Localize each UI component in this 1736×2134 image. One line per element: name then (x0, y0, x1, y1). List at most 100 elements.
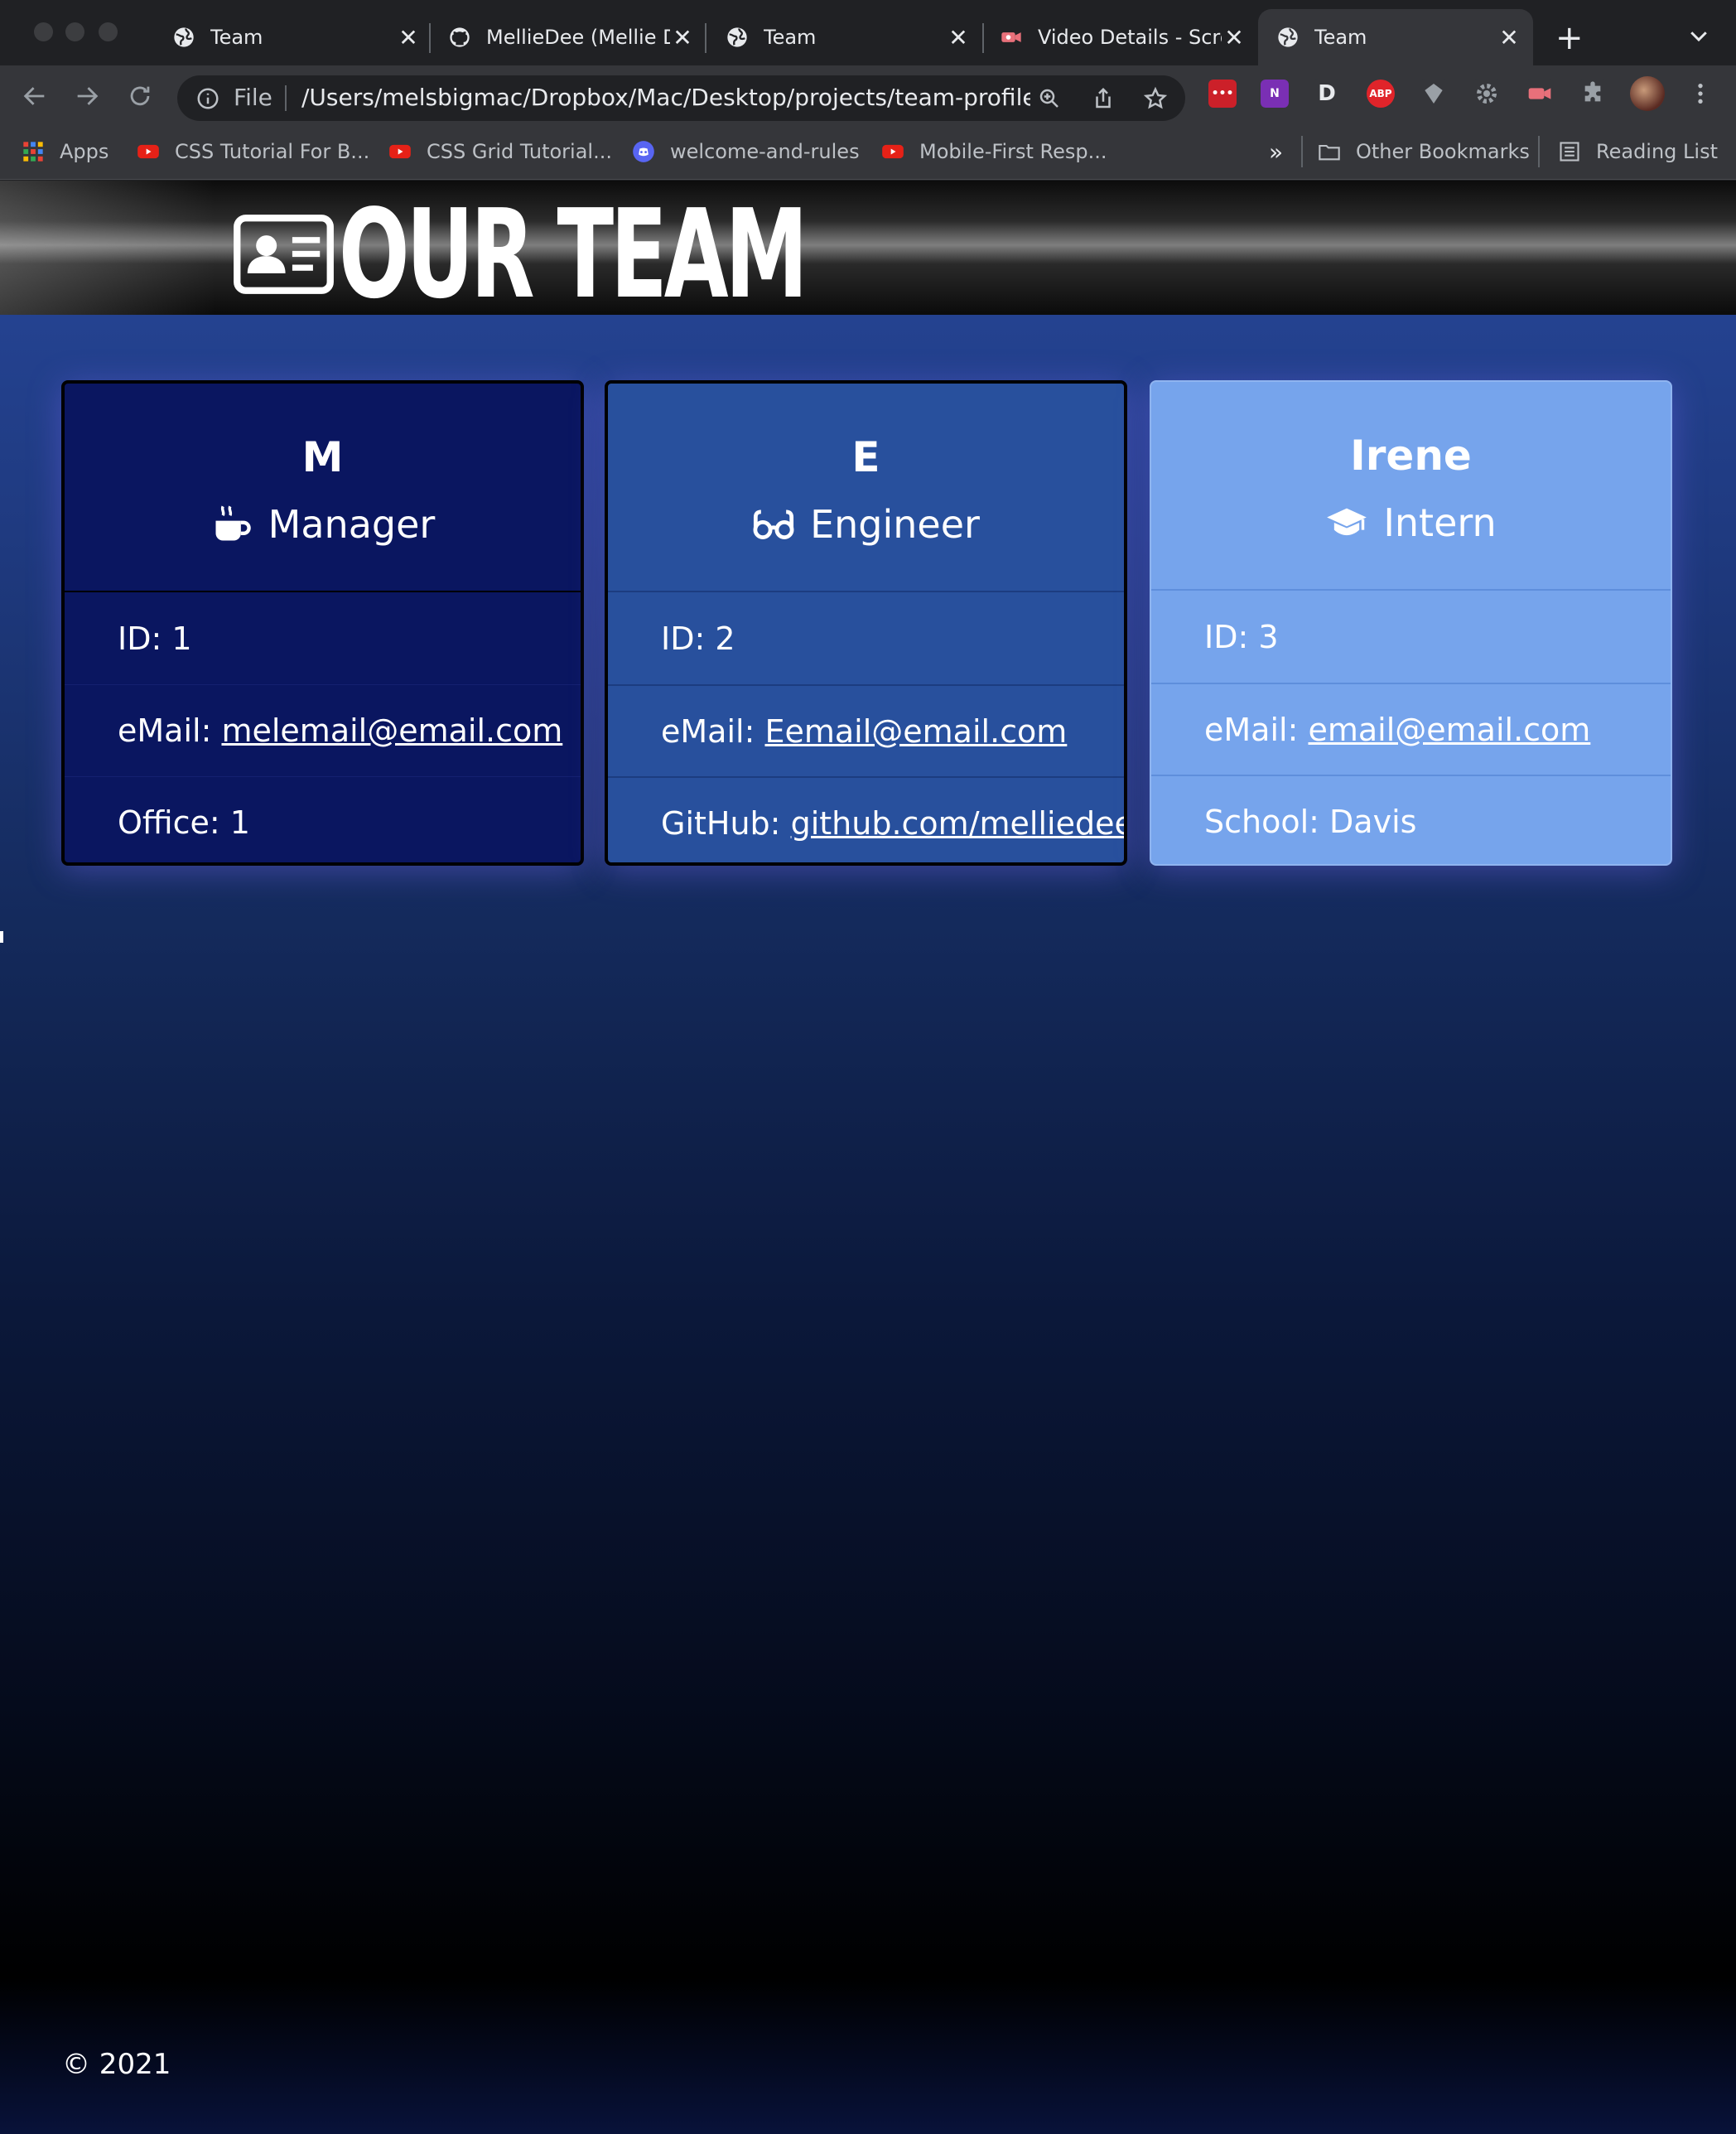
share-icon[interactable] (1091, 86, 1116, 111)
tab-title: MellieDee (Mellie Dee) (486, 26, 670, 49)
employee-email: eMail: Eemail@email.com (608, 684, 1124, 776)
bookmark-label: Mobile-First Resp... (919, 140, 1107, 163)
card-header: Irene Intern (1151, 382, 1671, 589)
zoom-icon[interactable] (1037, 86, 1062, 111)
tab-team-2[interactable]: Team ✕ (726, 9, 971, 65)
youtube-icon (389, 144, 411, 159)
gem-icon[interactable] (1420, 80, 1448, 108)
tab-team-active[interactable]: Team ✕ (1258, 9, 1533, 65)
close-tab-icon[interactable]: ✕ (1222, 24, 1247, 51)
employee-name: E (851, 433, 880, 481)
zoom-window-button[interactable] (99, 22, 118, 41)
profile-avatar[interactable] (1630, 76, 1665, 111)
screencastify-ext-icon[interactable] (1526, 80, 1554, 108)
back-button[interactable] (20, 81, 50, 111)
arrow-right-icon (77, 87, 99, 105)
employee-role: Intern (1151, 500, 1671, 545)
coffee-mug-icon (215, 505, 251, 541)
globe-icon (727, 27, 747, 47)
bookmark-label: CSS Tutorial For B... (175, 140, 370, 163)
employee-details: ID: 1 eMail: melemail@email.com Office: … (65, 591, 581, 862)
bookmark-label: Apps (60, 140, 109, 163)
other-bookmarks[interactable]: Other Bookmarks (1318, 136, 1530, 167)
reading-list-icon (1560, 142, 1579, 162)
github-label: GitHub: (661, 804, 781, 842)
bookmark-label: Reading List (1596, 140, 1718, 163)
employee-role: Manager (65, 502, 581, 547)
bookmarks-bar: Apps CSS Tutorial For B... CSS Grid Tuto… (0, 126, 1736, 180)
employee-id: ID: 2 (608, 592, 1124, 684)
screencastify-icon (1528, 88, 1551, 99)
tab-github[interactable]: MellieDee (Mellie Dee) ✕ (448, 9, 695, 65)
close-tab-icon[interactable]: ✕ (1497, 24, 1521, 51)
browser-menu-button[interactable] (1686, 80, 1714, 108)
forward-button[interactable] (72, 81, 102, 111)
employee-id-text: ID: 3 (1204, 618, 1279, 655)
github-link[interactable]: github.com/melliedee (791, 805, 1124, 842)
employee-email: eMail: melemail@email.com (65, 684, 581, 776)
adblock-plus-icon[interactable]: ABP (1367, 80, 1395, 108)
employee-email: eMail: email@email.com (1151, 683, 1671, 775)
role-label: Manager (268, 502, 436, 547)
glasses-icon (753, 509, 794, 539)
tab-team-1[interactable]: Team ✕ (172, 9, 421, 65)
tab-title: Video Details - Screencastify (1038, 26, 1222, 49)
chevron-down-icon (1690, 31, 1707, 42)
employee-details: ID: 3 eMail: email@email.com School: Dav… (1151, 589, 1671, 864)
globe-icon (174, 27, 194, 47)
settings-ext-icon[interactable] (1473, 80, 1501, 108)
bookmark-css-tutorial[interactable]: CSS Tutorial For B... (137, 136, 369, 167)
tab-divider (982, 23, 984, 53)
bookmark-welcome[interactable]: welcome-and-rules (632, 136, 860, 167)
tab-title: Team (210, 26, 263, 49)
screencastify-icon (1001, 32, 1021, 42)
employee-card-intern: Irene Intern ID: 3 eMail: email@email.co… (1150, 380, 1672, 866)
email-label: eMail: (661, 712, 755, 750)
email-label: eMail: (1204, 711, 1299, 748)
bookmark-css-grid[interactable]: CSS Grid Tutorial... (388, 136, 612, 167)
bookmark-apps[interactable]: Apps (22, 136, 108, 167)
reload-button[interactable] (125, 81, 155, 111)
bookmark-mobile-first[interactable]: Mobile-First Resp... (881, 136, 1107, 167)
employee-role: Engineer (608, 502, 1124, 547)
role-label: Intern (1383, 500, 1497, 545)
bookmark-label: welcome-and-rules (670, 140, 860, 163)
address-url[interactable]: /Users/melsbigmac/Dropbox/Mac/Desktop/pr… (301, 84, 1030, 111)
employee-details: ID: 2 eMail: Eemail@email.com GitHub: gi… (608, 591, 1124, 862)
kebab-menu-icon (1698, 84, 1703, 104)
tab-divider (429, 23, 431, 53)
tab-title: Team (764, 26, 817, 49)
office-text: Office: 1 (118, 804, 250, 841)
bookmarks-overflow-button[interactable]: » (1269, 136, 1283, 167)
address-divider (285, 85, 287, 111)
gear-icon (1477, 84, 1497, 104)
extensions-button[interactable] (1579, 80, 1607, 108)
close-window-button[interactable] (34, 22, 53, 41)
lastpass-icon[interactable]: ••• (1208, 80, 1237, 108)
close-tab-icon[interactable]: ✕ (946, 24, 971, 51)
email-link[interactable]: Eemail@email.com (764, 713, 1067, 750)
tab-bar: Team ✕ MellieDee (Mellie Dee) ✕ Team ✕ V… (0, 0, 1736, 65)
employee-github: GitHub: github.com/melliedee (608, 776, 1124, 862)
employee-name: M (301, 433, 344, 481)
onenote-icon[interactable]: N (1261, 80, 1289, 108)
folder-icon (1319, 144, 1340, 161)
globe-icon (1278, 27, 1298, 47)
reading-list[interactable]: Reading List (1558, 136, 1718, 167)
info-icon[interactable] (195, 86, 220, 111)
card-header: E Engineer (608, 384, 1124, 591)
close-tab-icon[interactable]: ✕ (670, 24, 695, 51)
email-link[interactable]: melemail@email.com (221, 712, 562, 749)
email-link[interactable]: email@email.com (1308, 712, 1590, 748)
new-tab-button[interactable]: + (1555, 22, 1584, 55)
dashlane-icon[interactable]: D (1313, 80, 1341, 108)
address-scheme: File (234, 84, 272, 111)
minimize-window-button[interactable] (65, 22, 84, 41)
address-bar[interactable]: File /Users/melsbigmac/Dropbox/Mac/Deskt… (177, 75, 1185, 121)
tab-video-details[interactable]: Video Details - Screencastify ✕ (1000, 9, 1247, 65)
tab-search-button[interactable] (1686, 23, 1711, 51)
graduation-cap-icon (1327, 508, 1367, 536)
header-sheen (0, 181, 215, 315)
star-icon[interactable] (1143, 86, 1168, 111)
close-tab-icon[interactable]: ✕ (396, 24, 421, 51)
